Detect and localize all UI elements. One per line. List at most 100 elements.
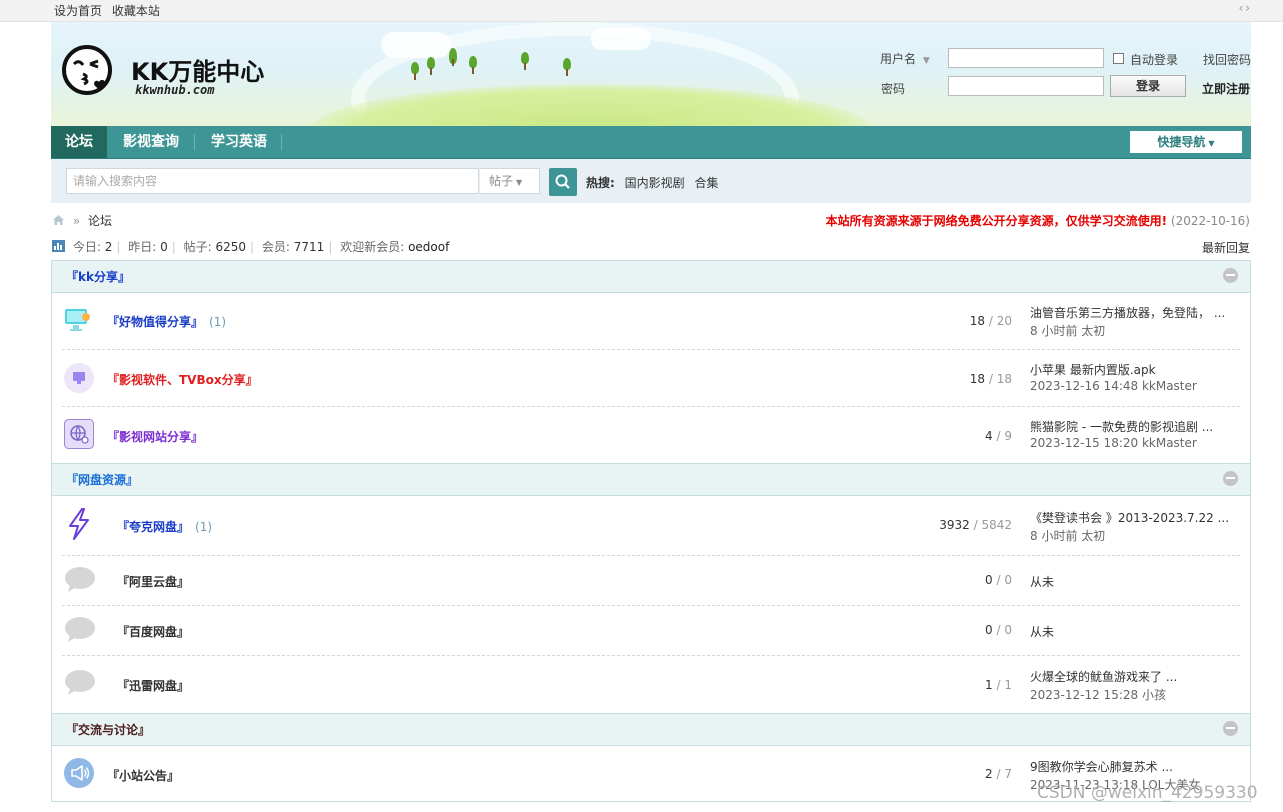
stat-posts-label: 帖子: — [183, 240, 212, 254]
section-title[interactable]: 『网盘资源』 — [66, 471, 138, 488]
auto-login-label[interactable]: 自动登录 — [1130, 51, 1178, 68]
megaphone-icon — [64, 758, 94, 788]
stat-posts: 6250 — [215, 240, 247, 254]
cloud-decoration — [591, 28, 651, 50]
last-post-title[interactable]: 小苹果 最新内置版.apk — [1030, 361, 1156, 378]
forum-counts: 3932 / 5842 — [939, 518, 1012, 532]
nav-item-movie-search[interactable]: 影视查询 — [113, 126, 189, 158]
width-toggle-icon[interactable]: ‹ › — [1239, 1, 1250, 15]
forum-row: 『好物值得分享』 (1) 18 / 20 油管音乐第三方播放器，免登陆， ... … — [62, 293, 1240, 350]
tree-decoration — [427, 57, 435, 75]
logo-kiss-face-icon[interactable] — [61, 44, 113, 96]
stat-yesterday-label: 昨日: — [128, 240, 157, 254]
site-name[interactable]: KK万能中心 — [131, 52, 264, 87]
breadcrumb-separator: » — [72, 214, 81, 228]
forum-row: 『影视软件、TVBox分享』 18 / 18 小苹果 最新内置版.apk 202… — [62, 350, 1240, 407]
section-header[interactable]: 『网盘资源』 — [51, 463, 1251, 496]
forum-name[interactable]: 『夸克网盘』 (1) — [117, 518, 212, 535]
forum-name[interactable]: 『好物值得分享』 (1) — [107, 313, 226, 330]
latest-replies-link[interactable]: 最新回复 — [1202, 239, 1250, 256]
last-post-title[interactable]: 油管音乐第三方播放器，免登陆， ... — [1030, 304, 1225, 321]
collapse-icon[interactable] — [1223, 471, 1238, 486]
main-nav: 论坛 影视查询 学习英语 快捷导航 ▼ — [51, 126, 1251, 159]
forum-name[interactable]: 『迅雷网盘』 — [117, 677, 189, 694]
speech-bubble-icon — [65, 617, 95, 642]
speech-bubble-icon — [65, 670, 95, 695]
forum-today-count: (1) — [195, 520, 213, 534]
login-button[interactable]: 登录 — [1110, 75, 1186, 97]
forum-row: 『影视网站分享』 4 / 9 熊猫影院 - 一款免费的影视追剧 ... 2023… — [62, 407, 1240, 463]
forum-row: 『百度网盘』 0 / 0 从未 — [62, 606, 1240, 656]
search-icon — [555, 174, 570, 189]
stats-chart-icon — [52, 240, 65, 252]
last-post-title[interactable]: 《樊登读书会 》2013-2023.7.22 ... — [1030, 509, 1229, 526]
last-post-title[interactable]: 9图教你学会心肺复苏术 ... — [1030, 758, 1173, 775]
forum-row: 『夸克网盘』 (1) 3932 / 5842 《樊登读书会 》2013-2023.… — [62, 496, 1240, 556]
username-input[interactable] — [948, 48, 1104, 68]
stat-newest-label: 欢迎新会员: — [340, 240, 405, 254]
last-post-meta[interactable]: 8 小时前 太初 — [1030, 322, 1105, 339]
forum-stats: 今日: 2 | 昨日: 0 | 帖子: 6250 | 会员: 7711 | 欢迎新会员:… — [52, 238, 449, 255]
last-post-meta[interactable]: 8 小时前 太初 — [1030, 527, 1105, 544]
search-input[interactable]: 请输入搜索内容 — [66, 168, 479, 194]
forum-name[interactable]: 『阿里云盘』 — [117, 573, 189, 590]
forum-counts: 0 / 0 — [985, 623, 1012, 637]
nav-divider — [281, 134, 282, 150]
hot-search: 热搜: 国内影视剧 合集 — [586, 174, 719, 191]
last-post-meta[interactable]: 2023-12-12 15:28 小孩 — [1030, 686, 1166, 703]
hot-search-term[interactable]: 合集 — [694, 176, 718, 190]
stat-today: 2 — [104, 240, 113, 254]
tv-box-icon — [64, 363, 94, 393]
forum-name[interactable]: 『小站公告』 — [107, 767, 179, 784]
stat-members-label: 会员: — [261, 240, 290, 254]
section-title[interactable]: 『kk分享』 — [66, 268, 130, 285]
home-icon[interactable] — [52, 214, 65, 226]
forum-counts: 0 / 0 — [985, 573, 1012, 587]
top-links: 设为首页 收藏本站 — [54, 2, 166, 19]
collapse-icon[interactable] — [1223, 721, 1238, 736]
hot-search-label: 热搜: — [586, 176, 615, 190]
chevron-down-icon: ▼ — [1208, 139, 1215, 148]
notice-date: (2022-10-16) — [1170, 214, 1250, 228]
stat-yesterday: 0 — [160, 240, 168, 254]
hot-search-term[interactable]: 国内影视剧 — [625, 176, 685, 190]
set-home-link[interactable]: 设为首页 — [54, 4, 102, 18]
globe-search-icon — [64, 419, 94, 449]
find-password-link[interactable]: 找回密码 — [1203, 51, 1251, 68]
last-post-title[interactable]: 火爆全球的鱿鱼游戏来了 ... — [1030, 668, 1177, 685]
last-post-never: 从未 — [1030, 575, 1055, 589]
nav-item-forum[interactable]: 论坛 — [51, 126, 107, 158]
search-type-select[interactable]: 帖子 ▼ — [480, 168, 540, 194]
collapse-icon[interactable] — [1223, 268, 1238, 283]
last-post-never: 从未 — [1030, 625, 1055, 639]
last-post-meta[interactable]: 2023-12-16 14:48 kkMaster — [1030, 379, 1197, 393]
last-post-title[interactable]: 熊猫影院 - 一款免费的影视追剧 ... — [1030, 418, 1213, 435]
breadcrumb: » 论坛 — [52, 212, 112, 229]
bookmark-link[interactable]: 收藏本站 — [112, 4, 160, 18]
section-header[interactable]: 『交流与讨论』 — [51, 713, 1251, 746]
lightning-icon — [69, 508, 89, 540]
newest-member-link[interactable]: oedoof — [408, 240, 449, 254]
tree-decoration — [411, 62, 419, 80]
nav-item-learn-english[interactable]: 学习英语 — [201, 126, 277, 158]
chevron-down-icon: ▼ — [516, 178, 523, 187]
forum-name[interactable]: 『影视软件、TVBox分享』 — [107, 371, 258, 388]
forum-name[interactable]: 『影视网站分享』 — [107, 428, 203, 445]
search-button[interactable] — [549, 168, 577, 196]
tree-decoration — [469, 56, 477, 74]
forum-name[interactable]: 『百度网盘』 — [117, 623, 189, 640]
auto-login-checkbox[interactable] — [1113, 53, 1124, 64]
nav-divider — [194, 134, 195, 150]
chevron-down-icon[interactable]: ▼ — [923, 56, 930, 66]
section-header[interactable]: 『kk分享』 — [51, 260, 1251, 293]
watermark: CSDN @weixin_42959330 — [1037, 783, 1258, 803]
search-type-value: 帖子 — [489, 174, 514, 188]
section-title[interactable]: 『交流与讨论』 — [66, 721, 150, 738]
breadcrumb-current[interactable]: 论坛 — [88, 214, 112, 228]
forum-row: 『迅雷网盘』 1 / 1 火爆全球的鱿鱼游戏来了 ... 2023-12-12 … — [62, 656, 1240, 713]
password-input[interactable] — [948, 76, 1104, 96]
register-link[interactable]: 立即注册 — [1202, 80, 1250, 97]
quick-nav-button[interactable]: 快捷导航 ▼ — [1130, 131, 1242, 153]
site-notice: 本站所有资源来源于网络免费公开分享资源，仅供学习交流使用! (2022-10-1… — [826, 212, 1250, 229]
last-post-meta[interactable]: 2023-12-15 18:20 kkMaster — [1030, 436, 1197, 450]
